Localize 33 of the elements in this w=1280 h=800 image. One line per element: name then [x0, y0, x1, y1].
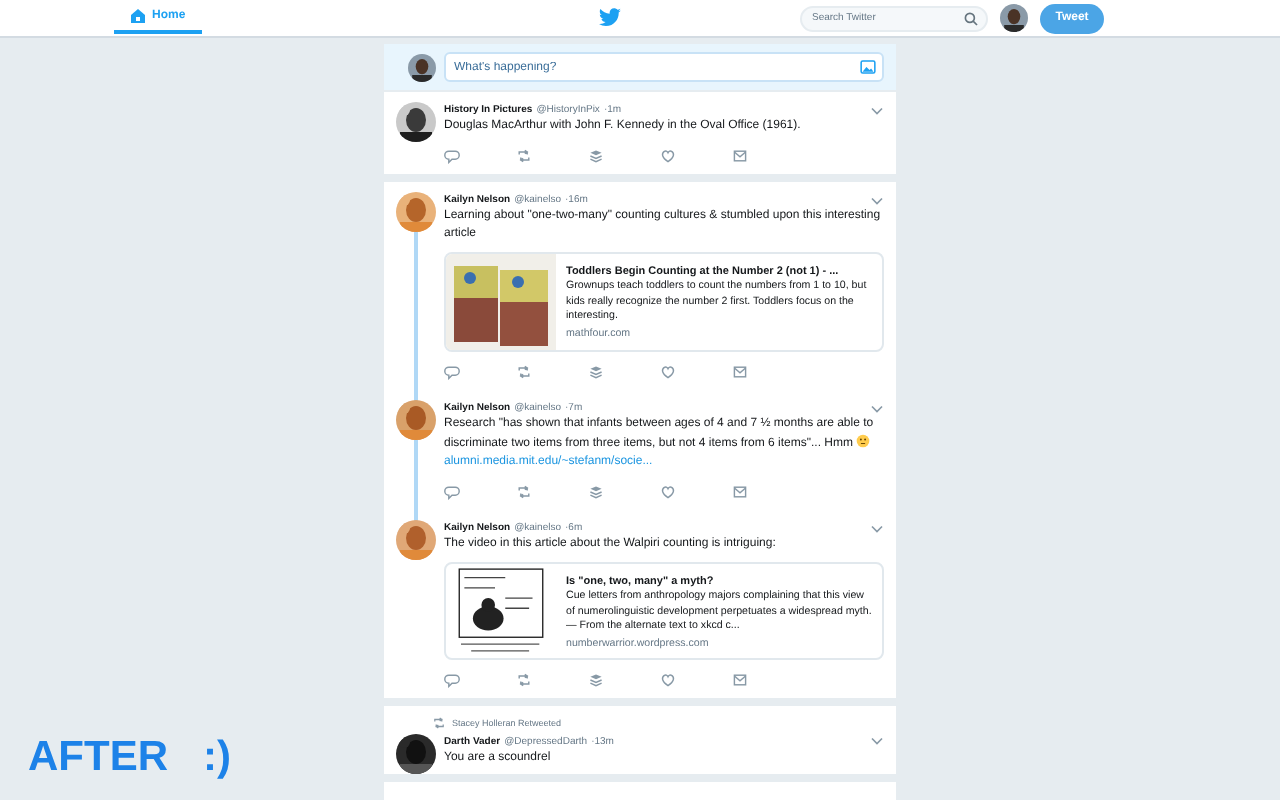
reply-icon[interactable] — [444, 671, 460, 687]
bird-logo[interactable] — [597, 8, 621, 28]
retweet-icon[interactable] — [516, 364, 532, 380]
home-icon — [130, 7, 146, 23]
heart-icon[interactable] — [660, 671, 676, 687]
chevron-icon[interactable] — [870, 403, 884, 413]
heart-icon[interactable] — [660, 364, 676, 380]
link-card[interactable] — [444, 252, 884, 352]
chevron-icon[interactable] — [870, 736, 884, 746]
chevron-icon[interactable] — [870, 195, 884, 205]
reply-icon[interactable] — [444, 364, 460, 380]
retweet-icon[interactable] — [516, 671, 532, 687]
envelope-icon[interactable] — [732, 484, 748, 500]
stack-icon[interactable] — [588, 148, 604, 164]
chevron-icon[interactable] — [870, 523, 884, 533]
envelope-icon[interactable] — [732, 148, 748, 164]
link-card[interactable] — [444, 562, 884, 659]
retweet-icon — [432, 715, 446, 729]
heart-icon[interactable] — [660, 148, 676, 164]
envelope-icon[interactable] — [732, 671, 748, 687]
heart-icon[interactable] — [660, 484, 676, 500]
retweet-icon[interactable] — [516, 148, 532, 164]
search-icon — [964, 11, 978, 25]
image-icon — [860, 60, 876, 74]
retweet-icon[interactable] — [516, 484, 532, 500]
reply-icon[interactable] — [444, 484, 460, 500]
envelope-icon[interactable] — [732, 364, 748, 380]
stack-icon[interactable] — [588, 671, 604, 687]
chevron-icon[interactable] — [870, 105, 884, 115]
caption-text: AFTER :) — [28, 734, 231, 782]
stack-icon[interactable] — [588, 484, 604, 500]
stack-icon[interactable] — [588, 364, 604, 380]
reply-icon[interactable] — [444, 148, 460, 164]
